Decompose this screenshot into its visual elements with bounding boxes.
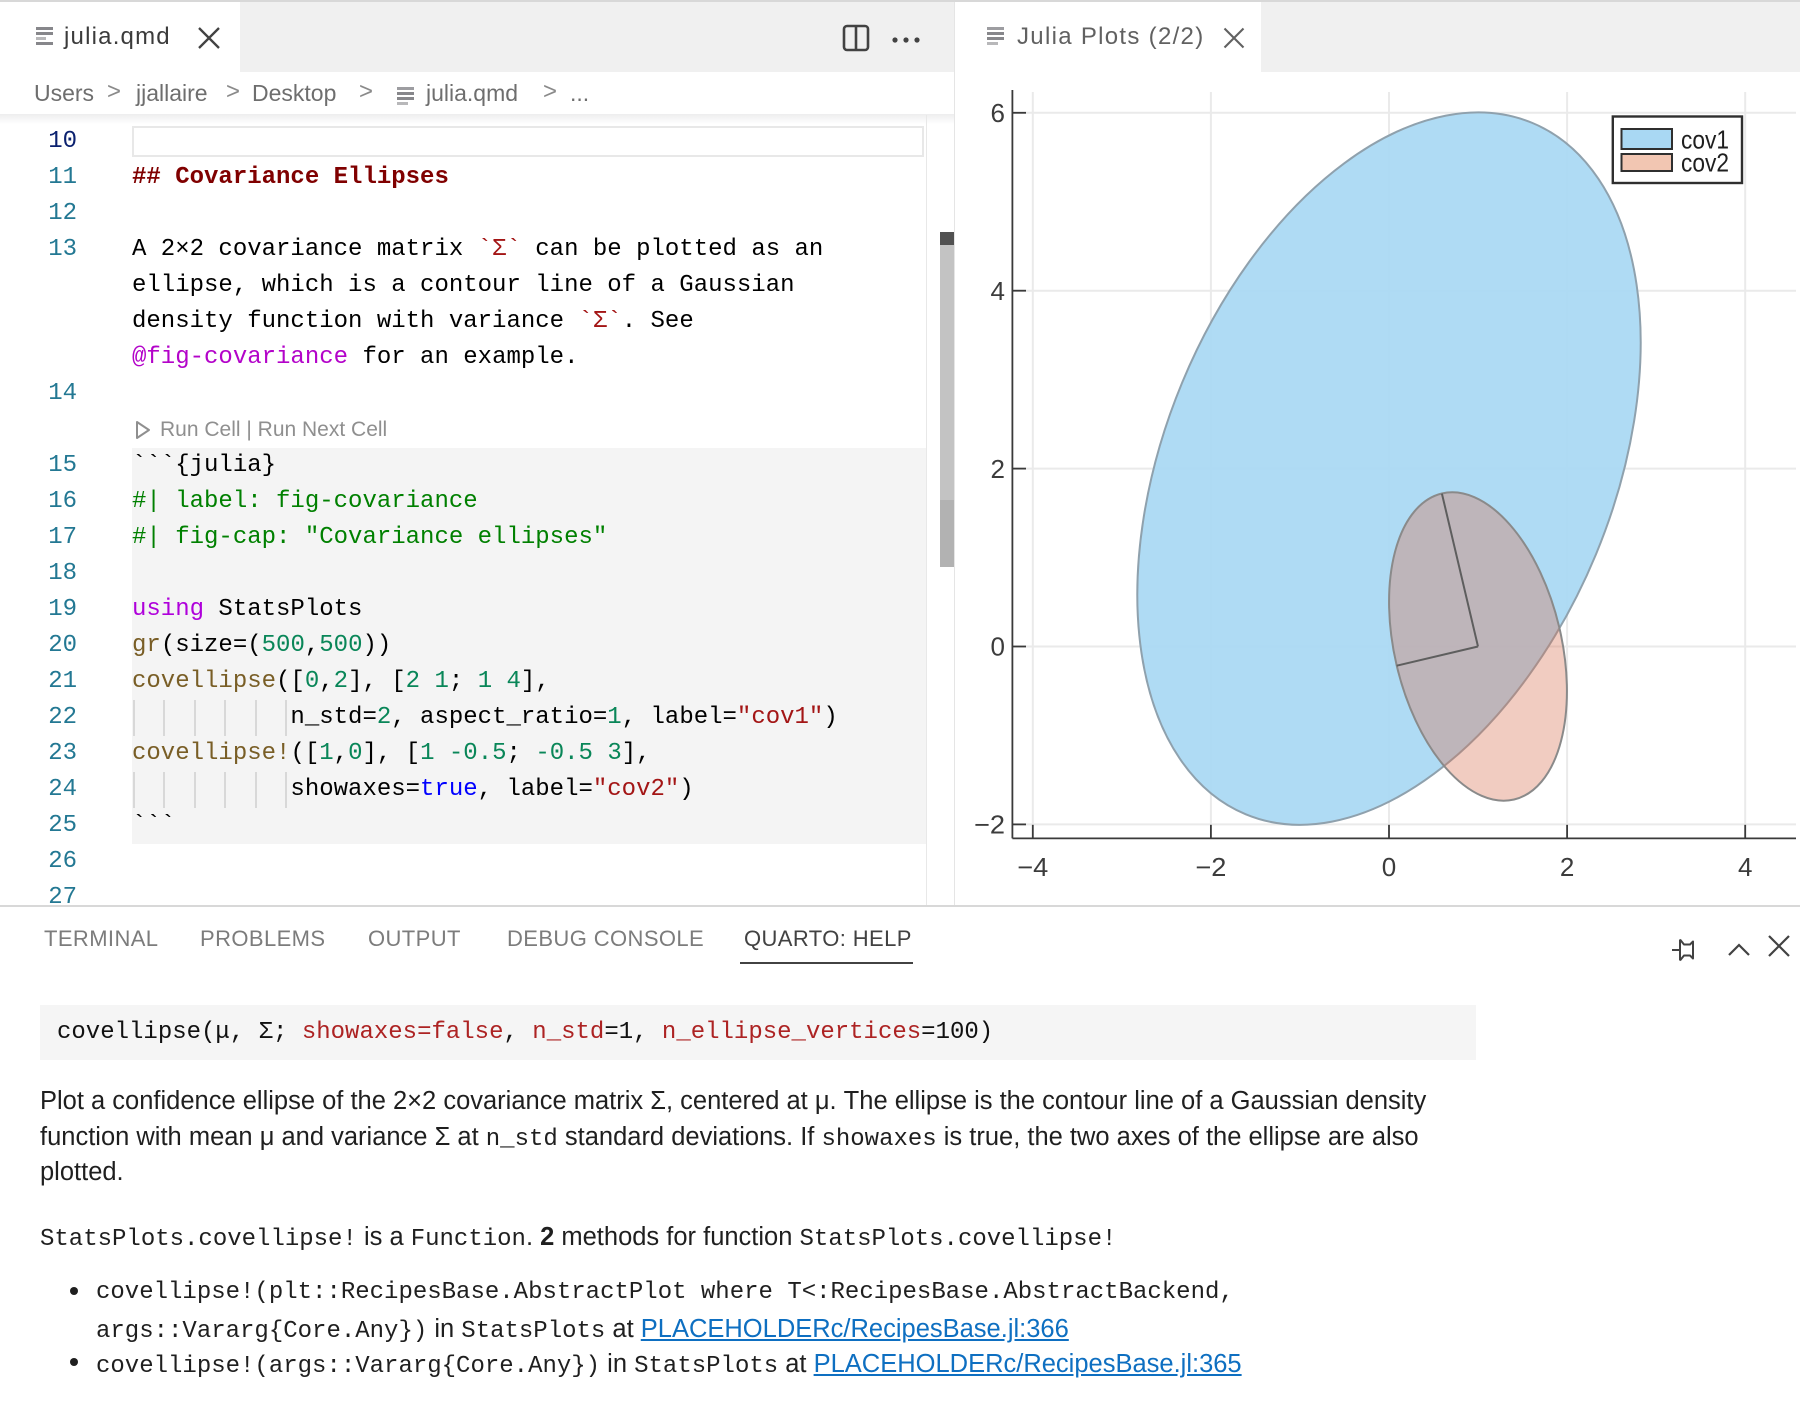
svg-text:0: 0 (1382, 852, 1396, 882)
svg-text:−2: −2 (974, 810, 1005, 840)
svg-text:2: 2 (991, 454, 1005, 484)
svg-text:−4: −4 (1017, 852, 1048, 882)
svg-text:cov2: cov2 (1681, 148, 1729, 178)
svg-text:0: 0 (991, 632, 1005, 662)
svg-text:2: 2 (1560, 852, 1574, 882)
svg-text:4: 4 (1738, 852, 1752, 882)
svg-text:−2: −2 (1195, 852, 1226, 882)
svg-text:4: 4 (991, 276, 1005, 306)
svg-text:6: 6 (991, 98, 1005, 128)
